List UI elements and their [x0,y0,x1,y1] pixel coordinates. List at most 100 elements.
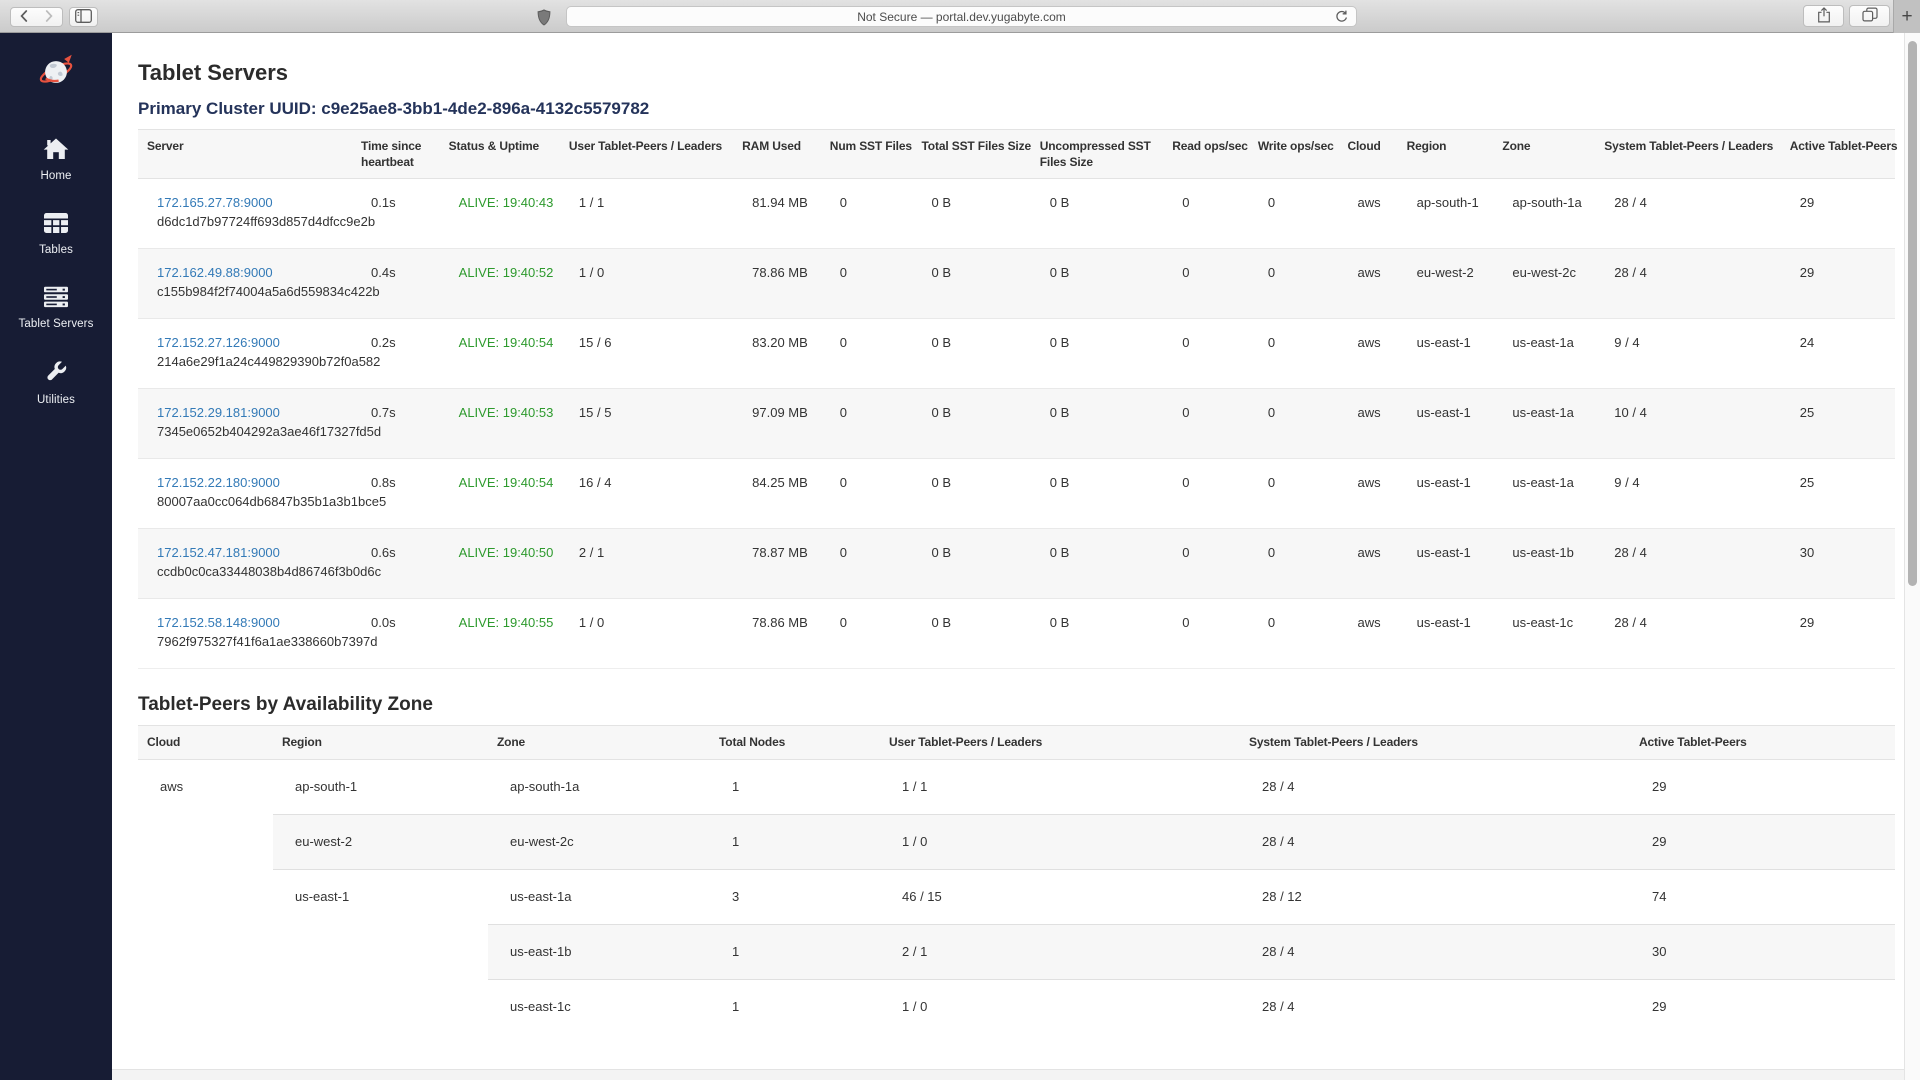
cell-num-sst: 0 [821,459,913,529]
server-link[interactable]: 172.152.27.126:9000 [157,335,280,350]
new-tab-button[interactable]: + [1893,0,1920,33]
cell-user-tp: 1 / 0 [560,599,733,669]
sidebar-item-tables[interactable]: Tables [19,212,94,256]
server-cell: 172.152.47.181:9000ccdb0c0ca33448038b4d8… [138,529,352,599]
az-cell: ap-south-1a [488,759,710,814]
cell-read-ops: 0 [1163,529,1249,599]
cell-uncomp-sst: 0 B [1031,179,1163,249]
cell-user-tp: 2 / 1 [560,529,733,599]
az-cell: aws [138,759,273,1034]
cell-uncomp-sst: 0 B [1031,459,1163,529]
servers-column-header: Active Tablet-Peers [1781,130,1895,179]
az-table: CloudRegionZoneTotal NodesUser Tablet-Pe… [138,725,1895,1034]
reload-icon[interactable] [1335,10,1348,27]
az-cell: eu-west-2 [273,814,488,869]
cell-total-sst: 0 B [913,319,1031,389]
servers-column-header: Total SST Files Size [913,130,1031,179]
sidebar-toggle-icon [75,9,92,26]
server-uuid: 80007aa0cc064db6847b35b1a3b1bce5 [157,494,346,509]
server-link[interactable]: 172.165.27.78:9000 [157,195,273,210]
sidebar-item-utilities[interactable]: Utilities [19,360,94,406]
cell-sys-tp: 28 / 4 [1595,179,1780,249]
tablet-servers-icon [43,286,69,313]
sidebar-item-tablet-servers[interactable]: Tablet Servers [19,286,94,330]
server-link[interactable]: 172.152.22.180:9000 [157,475,280,490]
az-column-header: Cloud [138,726,273,759]
server-link[interactable]: 172.152.47.181:9000 [157,545,280,560]
servers-column-header: Write ops/sec [1249,130,1339,179]
main-content: Tablet Servers Primary Cluster UUID: c9e… [112,33,1904,1080]
scrollbar-thumb[interactable] [1908,41,1917,586]
az-cell: 1 [710,924,880,979]
cell-uncomp-sst: 0 B [1031,529,1163,599]
cell-num-sst: 0 [821,249,913,319]
server-uuid: 7962f975327f41f6a1ae338660b7397d [157,634,346,649]
page-scrollbar[interactable] [1904,33,1920,1080]
server-cell: 172.152.27.126:9000214a6e29f1a24c4498293… [138,319,352,389]
az-row: awsap-south-1ap-south-1a11 / 128 / 429 [138,759,1895,814]
server-row: 172.152.29.181:90007345e0652b404292a3ae4… [138,389,1895,459]
cell-status: ALIVE: 19:40:52 [440,249,560,319]
servers-column-header: Server [138,130,352,179]
cell-region: us-east-1 [1398,529,1494,599]
cell-cloud: aws [1338,459,1397,529]
cell-status: ALIVE: 19:40:54 [440,319,560,389]
cell-user-tp: 16 / 4 [560,459,733,529]
cell-zone: us-east-1a [1493,319,1595,389]
cell-ram: 78.86 MB [733,249,821,319]
cell-read-ops: 0 [1163,599,1249,669]
browser-sidebar-toggle-button[interactable] [69,7,98,27]
cell-sys-tp: 10 / 4 [1595,389,1780,459]
cell-read-ops: 0 [1163,389,1249,459]
servers-column-header: Region [1398,130,1494,179]
cell-ram: 97.09 MB [733,389,821,459]
cell-zone: ap-south-1a [1493,179,1595,249]
cell-ram: 83.20 MB [733,319,821,389]
cell-active-tp: 25 [1781,459,1895,529]
server-cell: 172.152.22.180:9000 80007aa0cc064db6847b3… [138,459,352,529]
share-button[interactable] [1803,5,1844,27]
cell-num-sst: 0 [821,389,913,459]
sidebar-item-home[interactable]: Home [19,137,94,182]
az-cell: 28 / 4 [1240,814,1630,869]
servers-column-header: Uncompressed SST Files Size [1031,130,1163,179]
cell-uncomp-sst: 0 B [1031,319,1163,389]
az-column-header: User Tablet-Peers / Leaders [880,726,1240,759]
az-column-header: Region [273,726,488,759]
cell-uncomp-sst: 0 B [1031,599,1163,669]
chevron-right-icon [44,10,54,25]
cell-region: eu-west-2 [1398,249,1494,319]
cell-total-sst: 0 B [913,599,1031,669]
cell-num-sst: 0 [821,179,913,249]
az-cell: us-east-1 [273,869,488,1034]
cell-total-sst: 0 B [913,249,1031,319]
next-section-strip [112,1069,1904,1080]
cell-zone: eu-west-2c [1493,249,1595,319]
server-row: 172.152.27.126:9000214a6e29f1a24c4498293… [138,319,1895,389]
cell-cloud: aws [1338,599,1397,669]
cell-active-tp: 25 [1781,389,1895,459]
server-link[interactable]: 172.152.58.148:9000 [157,615,280,630]
server-link[interactable]: 172.152.29.181:9000 [157,405,280,420]
az-cell: 30 [1630,924,1895,979]
az-cell: 1 [710,814,880,869]
server-link[interactable]: 172.162.49.88:9000 [157,265,273,280]
cell-write-ops: 0 [1249,389,1339,459]
browser-back-button[interactable] [10,7,37,27]
az-cell: 1 / 0 [880,814,1240,869]
cell-zone: us-east-1b [1493,529,1595,599]
az-cell: 3 [710,869,880,924]
cell-write-ops: 0 [1249,599,1339,669]
tablet-servers-table: ServerTime since heartbeatStatus & Uptim… [138,129,1895,669]
az-row: us-east-1us-east-1a346 / 1528 / 1274 [138,869,1895,924]
tabs-overview-button[interactable] [1849,5,1890,27]
privacy-shield-icon[interactable] [531,7,557,27]
az-column-header: System Tablet-Peers / Leaders [1240,726,1630,759]
browser-forward-button[interactable] [36,7,63,27]
cluster-uuid-heading: Primary Cluster UUID: c9e25ae8-3bb1-4de2… [138,99,1895,119]
yugabyte-logo[interactable] [35,51,77,93]
cell-write-ops: 0 [1249,319,1339,389]
address-bar[interactable]: Not Secure — portal.dev.yugabyte.com [566,6,1357,27]
sidebar-item-label: Utilities [37,394,75,406]
server-cell: 172.152.29.181:90007345e0652b404292a3ae4… [138,389,352,459]
